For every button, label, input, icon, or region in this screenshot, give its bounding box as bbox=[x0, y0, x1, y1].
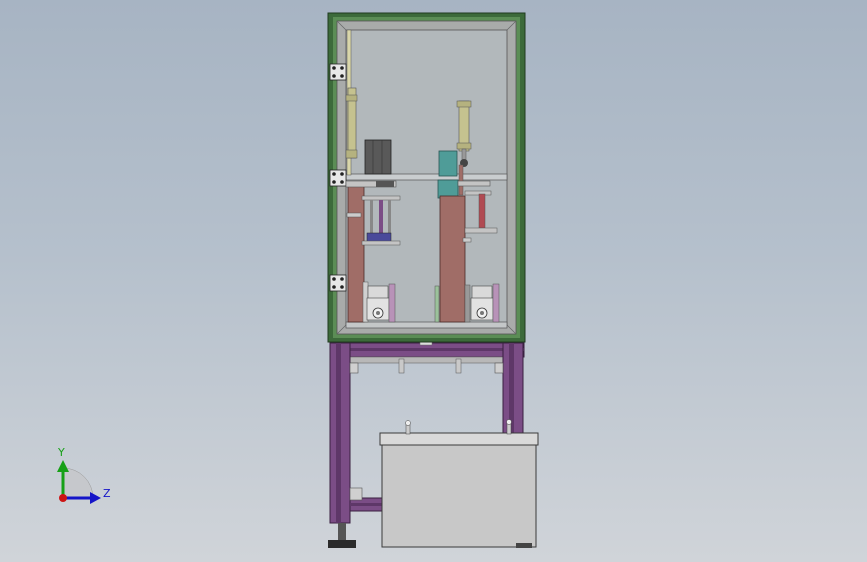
hinge-middle bbox=[329, 169, 347, 187]
z-axis-label: Z bbox=[103, 487, 111, 500]
cad-viewport[interactable]: Y Z bbox=[0, 0, 867, 562]
y-axis-label: Y bbox=[57, 446, 65, 459]
electrical-box bbox=[379, 419, 539, 548]
coordinate-triad-icon: Y Z bbox=[57, 446, 111, 504]
actuator-left bbox=[362, 281, 396, 323]
hinge-top bbox=[329, 63, 347, 81]
machine-assembly-drawing: Y Z bbox=[57, 12, 539, 548]
hinge-bottom bbox=[329, 274, 347, 292]
